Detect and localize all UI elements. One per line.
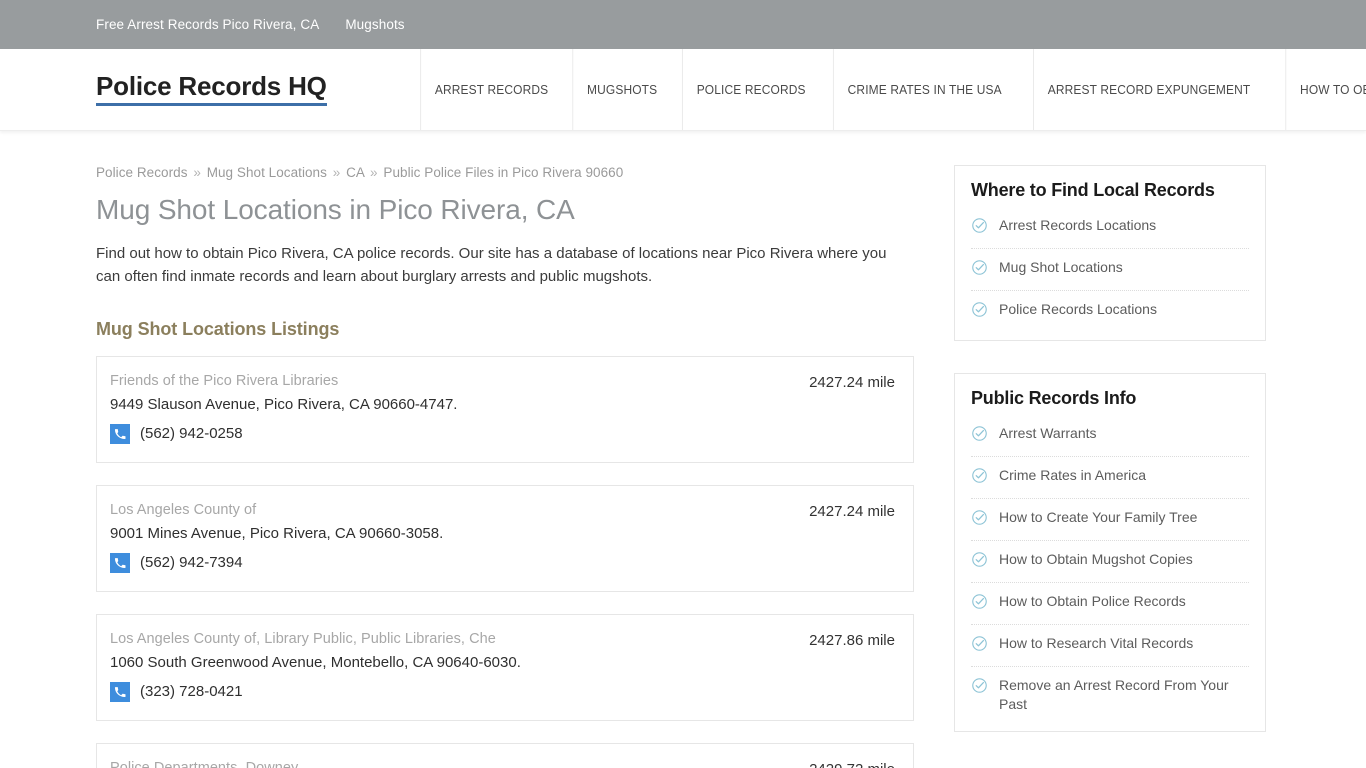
list-item-label[interactable]: Arrest Records Locations [999,216,1156,235]
breadcrumb-separator: » [332,165,341,180]
listing-phone-row: (323) 728-0421 [110,681,789,702]
nav-item-arrest-records[interactable]: ARREST RECORDS [420,49,562,130]
listing-phone[interactable]: (562) 942-0258 [140,425,243,442]
listing-item[interactable]: Police Departments, Downey Downey, CA 90… [96,742,914,768]
list-item[interactable]: Arrest Records Locations [971,207,1249,249]
logo-container: Police Records HQ [0,49,414,130]
page-body: Police Records » Mug Shot Locations » CA… [0,131,1366,768]
listing-details: Police Departments, Downey Downey, CA 90… [110,760,789,768]
list-item-label[interactable]: How to Create Your Family Tree [999,508,1197,527]
widget-public-records-info: Public Records Info Arrest Warrants Crim… [954,373,1266,732]
check-circle-icon [971,677,988,699]
topbar-link[interactable]: Mugshots [345,17,404,32]
widget-link-list: Arrest Records Locations Mug Shot Locati… [971,207,1249,332]
top-utility-bar: Free Arrest Records Pico Rivera, CA Mugs… [0,0,1366,49]
nav-item-crime-rates-in-the-usa[interactable]: CRIME RATES IN THE USA [832,49,1016,130]
check-circle-icon [971,217,988,239]
intro-paragraph: Find out how to obtain Pico Rivera, CA p… [96,245,887,286]
listing-name: Friends of the Pico Rivera Libraries [110,372,339,389]
check-circle-icon [971,425,988,447]
list-item[interactable]: Arrest Warrants [971,415,1249,457]
widget-where-to-find-local-records: Where to Find Local Records Arrest Recor… [954,165,1266,341]
nav-item-mugshots[interactable]: MUGSHOTS [572,49,672,130]
check-circle-icon [971,593,988,615]
list-item[interactable]: Remove an Arrest Record From Your Past [971,667,1249,723]
listing-name: Los Angeles County of, Library Public, P… [110,630,496,647]
nav-item-how-to-obtain-public-records[interactable]: HOW TO OBTAIN PUBLIC RECORDS [1285,49,1366,130]
listing-details: Los Angeles County of 9001 Mines Avenue,… [110,502,789,573]
phone-icon [110,552,130,573]
listing-item[interactable]: Los Angeles County of, Library Public, P… [96,613,914,721]
list-item-label[interactable]: Crime Rates in America [999,466,1146,485]
listing-phone-row: (562) 942-0258 [110,423,789,444]
check-circle-icon [971,509,988,531]
list-item-label[interactable]: How to Research Vital Records [999,634,1193,653]
phone-icon [110,681,130,702]
list-item[interactable]: How to Obtain Police Records [971,583,1249,625]
listing-distance: 2429.72 mile [789,760,895,768]
check-circle-icon [971,551,988,573]
listing-phone[interactable]: (562) 942-7394 [140,554,243,571]
list-item-label[interactable]: How to Obtain Mugshot Copies [999,550,1193,569]
list-item-label[interactable]: Remove an Arrest Record From Your Past [999,676,1249,714]
list-item-label[interactable]: Arrest Warrants [999,424,1097,443]
listing-address: 9001 Mines Avenue, Pico Rivera, CA 90660… [110,524,444,542]
breadcrumb-item-police-records[interactable]: Police Records [96,165,188,180]
topbar-link[interactable]: Free Arrest Records Pico Rivera, CA [96,17,319,32]
listing-distance: 2427.24 mile [809,373,895,391]
check-circle-icon [971,301,988,323]
site-header: Police Records HQ ARREST RECORDS MUGSHOT… [0,49,1366,131]
listing-phone-row: (562) 942-7394 [110,552,789,573]
breadcrumb: Police Records » Mug Shot Locations » CA… [96,165,914,180]
list-item[interactable]: How to Create Your Family Tree [971,499,1249,541]
site-logo[interactable]: Police Records HQ [96,72,327,107]
breadcrumb-item-mug-shot-locations[interactable]: Mug Shot Locations [207,165,327,180]
nav-item-police-records[interactable]: POLICE RECORDS [681,49,819,130]
check-circle-icon [971,635,988,657]
listing-distance: 2427.24 mile [809,502,895,520]
widget-title: Public Records Info [971,388,1137,408]
main-navigation: ARREST RECORDS MUGSHOTS POLICE RECORDS C… [414,49,1366,130]
widget-link-list: Arrest Warrants Crime Rates in America H… [971,415,1249,723]
breadcrumb-item-current[interactable]: Public Police Files in Pico Rivera 90660 [383,165,623,180]
list-item[interactable]: How to Research Vital Records [971,625,1249,667]
list-item-label[interactable]: Mug Shot Locations [999,258,1123,277]
sidebar: Where to Find Local Records Arrest Recor… [954,165,1266,768]
listing-address: 1060 South Greenwood Avenue, Montebello,… [110,653,521,671]
list-item-label[interactable]: Police Records Locations [999,300,1157,319]
list-item[interactable]: Police Records Locations [971,291,1249,332]
listing-item[interactable]: Friends of the Pico Rivera Libraries 944… [96,355,914,463]
list-item-label[interactable]: How to Obtain Police Records [999,592,1186,611]
list-item[interactable]: Mug Shot Locations [971,249,1249,291]
breadcrumb-item-ca[interactable]: CA [346,165,364,180]
widget-title: Where to Find Local Records [971,180,1215,200]
breadcrumb-separator: » [193,165,201,180]
listings-section-title: Mug Shot Locations Listings [96,318,340,339]
phone-icon [110,423,130,444]
listing-name: Police Departments, Downey [110,759,299,768]
main-content: Police Records » Mug Shot Locations » CA… [96,165,914,768]
page-title: Mug Shot Locations in Pico Rivera, CA [96,194,575,225]
check-circle-icon [971,467,988,489]
listing-address: 9449 Slauson Avenue, Pico Rivera, CA 906… [110,395,458,413]
listing-name: Los Angeles County of [110,501,257,518]
check-circle-icon [971,259,988,281]
listing-phone[interactable]: (323) 728-0421 [140,683,243,700]
listing-details: Friends of the Pico Rivera Libraries 944… [110,373,789,444]
breadcrumb-separator: » [370,165,378,180]
listing-distance: 2427.86 mile [809,631,895,649]
listing-item[interactable]: Los Angeles County of 9001 Mines Avenue,… [96,484,914,592]
listing-details: Los Angeles County of, Library Public, P… [110,631,789,702]
nav-item-arrest-record-expungement[interactable]: ARREST RECORD EXPUNGEMENT [1033,49,1265,130]
list-item[interactable]: How to Obtain Mugshot Copies [971,541,1249,583]
list-item[interactable]: Crime Rates in America [971,457,1249,499]
